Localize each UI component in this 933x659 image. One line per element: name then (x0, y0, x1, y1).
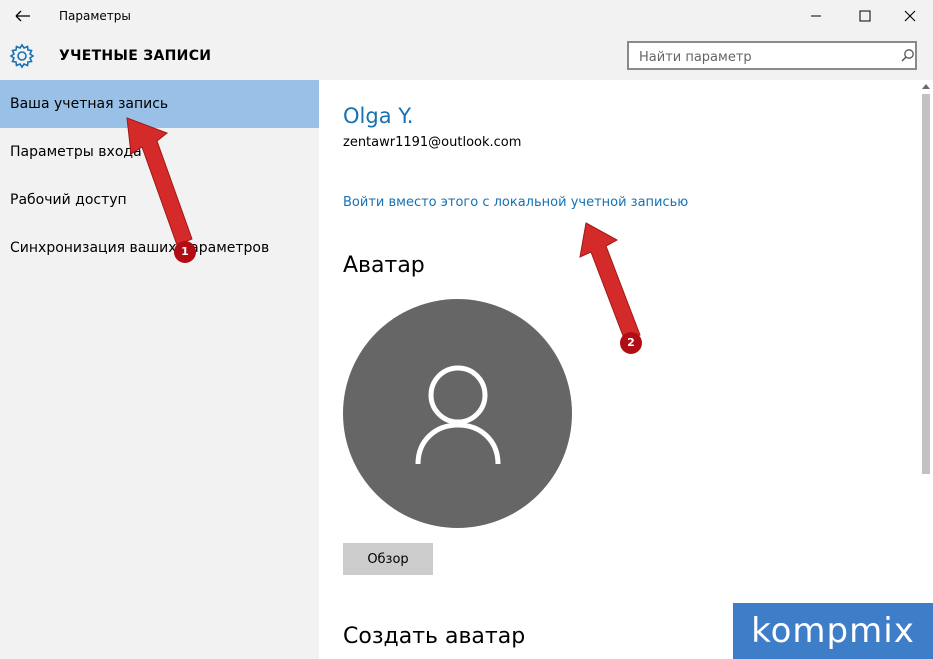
watermark-logo: kompmix (733, 603, 933, 659)
maximize-button[interactable] (844, 4, 884, 28)
avatar-section-title: Аватар (343, 253, 425, 278)
account-name: Olga Y. (343, 104, 414, 128)
sidebar-item-sign-in-options[interactable]: Параметры входа (0, 128, 319, 176)
close-icon (904, 10, 916, 22)
sidebar-item-sync-settings[interactable]: Синхронизация ваших параметров (0, 224, 319, 272)
title-bar (0, 0, 933, 32)
account-email: zentawr1191@outlook.com (343, 135, 522, 150)
create-avatar-title: Создать аватар (343, 624, 526, 649)
close-button[interactable] (890, 4, 930, 28)
minimize-icon (811, 15, 821, 17)
step-badge-2: 2 (620, 332, 642, 354)
search-icon[interactable] (901, 48, 915, 62)
search-box[interactable] (627, 41, 917, 70)
maximize-icon (859, 10, 871, 22)
gear-icon (9, 43, 35, 69)
user-icon (415, 365, 501, 465)
sidebar: Ваша учетная запись Параметры входа Рабо… (0, 80, 319, 659)
back-button[interactable] (8, 4, 36, 28)
sidebar-item-work-access[interactable]: Рабочий доступ (0, 176, 319, 224)
scroll-up-icon[interactable] (922, 83, 930, 89)
window-title: Параметры (59, 9, 131, 23)
back-arrow-icon (15, 10, 30, 22)
local-account-link[interactable]: Войти вместо этого с локальной учетной з… (343, 195, 688, 210)
page-title: УЧЕТНЫЕ ЗАПИСИ (59, 48, 212, 64)
browse-button[interactable]: Обзор (343, 543, 433, 575)
step-badge-1: 1 (174, 241, 196, 263)
avatar (343, 299, 572, 528)
sidebar-item-your-account[interactable]: Ваша учетная запись (0, 80, 319, 128)
scroll-thumb[interactable] (922, 94, 930, 474)
scrollbar[interactable] (919, 80, 933, 659)
minimize-button[interactable] (796, 4, 836, 28)
search-input[interactable] (637, 47, 891, 67)
